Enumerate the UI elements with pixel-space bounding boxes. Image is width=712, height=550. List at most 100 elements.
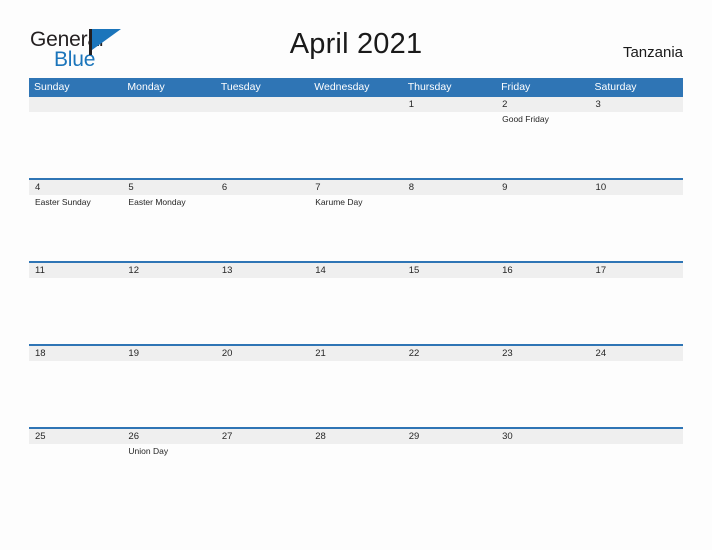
day-cell-24[interactable] bbox=[590, 361, 683, 427]
day-cell-7[interactable]: Karume Day bbox=[309, 195, 402, 261]
day-cell-16[interactable] bbox=[496, 278, 589, 344]
day-number-14[interactable]: 14 bbox=[309, 263, 402, 278]
day-number-30[interactable]: 30 bbox=[496, 429, 589, 444]
weekday-header-friday: Friday bbox=[501, 81, 531, 93]
day-number-2[interactable]: 2 bbox=[496, 97, 589, 112]
day-cell-1[interactable] bbox=[403, 112, 496, 178]
day-number-8[interactable]: 8 bbox=[403, 180, 496, 195]
day-number-26[interactable]: 26 bbox=[122, 429, 215, 444]
day-cell-26[interactable]: Union Day bbox=[122, 444, 215, 510]
holiday-label: Karume Day bbox=[315, 197, 363, 207]
week-rows-container: 1 2 3 Good Friday 4 5 6 7 8 9 10 Easter Sunday Easte… bbox=[29, 97, 683, 510]
weekday-header-sunday: Sunday bbox=[34, 81, 70, 93]
week-date-band: 18 19 20 21 22 23 24 bbox=[29, 346, 683, 361]
day-number-9[interactable]: 9 bbox=[496, 180, 589, 195]
day-number-20[interactable]: 20 bbox=[216, 346, 309, 361]
day-cell-4[interactable]: Easter Sunday bbox=[29, 195, 122, 261]
weekday-header-thursday: Thursday bbox=[407, 81, 452, 93]
day-number-7[interactable]: 7 bbox=[309, 180, 402, 195]
day-number-21[interactable]: 21 bbox=[309, 346, 402, 361]
country-label: Tanzania bbox=[622, 44, 683, 61]
weekday-header-row: Sunday Monday Tuesday Wednesday Thursday Frid… bbox=[29, 78, 683, 97]
week-event-band bbox=[29, 361, 683, 427]
day-number-empty bbox=[309, 97, 402, 112]
day-cell-20[interactable] bbox=[216, 361, 309, 427]
month-grid: Sunday Monday Tuesday Wednesday Thursday Frid… bbox=[29, 78, 683, 510]
day-cell-25[interactable] bbox=[29, 444, 122, 510]
day-cell-5[interactable]: Easter Monday bbox=[122, 195, 215, 261]
week-event-band: Union Day bbox=[29, 444, 683, 510]
week-date-band: 11 12 13 14 15 16 17 bbox=[29, 263, 683, 278]
weekday-header-saturday: Saturday bbox=[594, 81, 637, 93]
day-cell-2[interactable]: Good Friday bbox=[496, 112, 589, 178]
day-cell-23[interactable] bbox=[496, 361, 589, 427]
day-cell-3[interactable] bbox=[590, 112, 683, 178]
day-number-28[interactable]: 28 bbox=[309, 429, 402, 444]
week-row: 11 12 13 14 15 16 17 bbox=[29, 261, 683, 344]
day-cell-empty bbox=[309, 112, 402, 178]
day-number-10[interactable]: 10 bbox=[590, 180, 683, 195]
week-row: 4 5 6 7 8 9 10 Easter Sunday Easter Monday Karume… bbox=[29, 178, 683, 261]
week-event-band: Easter Sunday Easter Monday Karume Day bbox=[29, 195, 683, 261]
day-cell-8[interactable] bbox=[403, 195, 496, 261]
week-date-band: 123 bbox=[29, 97, 683, 112]
day-number-18[interactable]: 18 bbox=[29, 346, 122, 361]
day-cell-17[interactable] bbox=[590, 278, 683, 344]
day-number-24[interactable]: 24 bbox=[590, 346, 683, 361]
holiday-label: Union Day bbox=[128, 446, 169, 456]
day-cell-28[interactable] bbox=[309, 444, 402, 510]
day-cell-27[interactable] bbox=[216, 444, 309, 510]
day-cell-30[interactable] bbox=[496, 444, 589, 510]
day-cell-empty bbox=[590, 444, 683, 510]
day-cell-14[interactable] bbox=[309, 278, 402, 344]
day-cell-11[interactable] bbox=[29, 278, 122, 344]
day-cell-empty bbox=[122, 112, 215, 178]
day-cell-15[interactable] bbox=[403, 278, 496, 344]
day-number-25[interactable]: 25 bbox=[29, 429, 122, 444]
day-cell-empty bbox=[29, 112, 122, 178]
week-row: 1 2 3 Good Friday bbox=[29, 97, 683, 178]
day-cell-12[interactable] bbox=[122, 278, 215, 344]
day-number-empty bbox=[29, 97, 122, 112]
day-number-empty bbox=[122, 97, 215, 112]
day-number-22[interactable]: 22 bbox=[403, 346, 496, 361]
day-number-empty bbox=[590, 429, 683, 444]
day-cell-19[interactable] bbox=[122, 361, 215, 427]
day-number-6[interactable]: 6 bbox=[216, 180, 309, 195]
day-number-13[interactable]: 13 bbox=[216, 263, 309, 278]
page-header: General Blue April 2021 Tanzania bbox=[0, 0, 712, 78]
day-cell-29[interactable] bbox=[403, 444, 496, 510]
day-number-1[interactable]: 1 bbox=[403, 97, 496, 112]
weekday-header-wednesday: Wednesday bbox=[314, 81, 370, 93]
calendar-page: General Blue April 2021 Tanzania Sunday M… bbox=[0, 0, 712, 550]
week-row: 25 26 27 28 29 30 Union Day bbox=[29, 427, 683, 510]
week-date-band: 4 5 6 7 8 9 10 bbox=[29, 180, 683, 195]
day-number-16[interactable]: 16 bbox=[496, 263, 589, 278]
day-number-empty bbox=[216, 97, 309, 112]
day-number-23[interactable]: 23 bbox=[496, 346, 589, 361]
day-cell-21[interactable] bbox=[309, 361, 402, 427]
day-cell-empty bbox=[216, 112, 309, 178]
week-event-band: Good Friday bbox=[29, 112, 683, 178]
day-number-11[interactable]: 11 bbox=[29, 263, 122, 278]
holiday-label: Easter Monday bbox=[128, 197, 186, 207]
day-number-12[interactable]: 12 bbox=[122, 263, 215, 278]
day-cell-9[interactable] bbox=[496, 195, 589, 261]
day-number-15[interactable]: 15 bbox=[403, 263, 496, 278]
day-number-29[interactable]: 29 bbox=[403, 429, 496, 444]
day-number-5[interactable]: 5 bbox=[122, 180, 215, 195]
day-cell-18[interactable] bbox=[29, 361, 122, 427]
day-number-17[interactable]: 17 bbox=[590, 263, 683, 278]
week-row: 18 19 20 21 22 23 24 bbox=[29, 344, 683, 427]
day-number-19[interactable]: 19 bbox=[122, 346, 215, 361]
day-cell-22[interactable] bbox=[403, 361, 496, 427]
day-cell-10[interactable] bbox=[590, 195, 683, 261]
day-number-4[interactable]: 4 bbox=[29, 180, 122, 195]
day-number-27[interactable]: 27 bbox=[216, 429, 309, 444]
page-title: April 2021 bbox=[289, 28, 423, 60]
holiday-label: Good Friday bbox=[502, 114, 549, 124]
day-cell-6[interactable] bbox=[216, 195, 309, 261]
day-cell-13[interactable] bbox=[216, 278, 309, 344]
day-number-3[interactable]: 3 bbox=[590, 97, 683, 112]
week-event-band bbox=[29, 278, 683, 344]
